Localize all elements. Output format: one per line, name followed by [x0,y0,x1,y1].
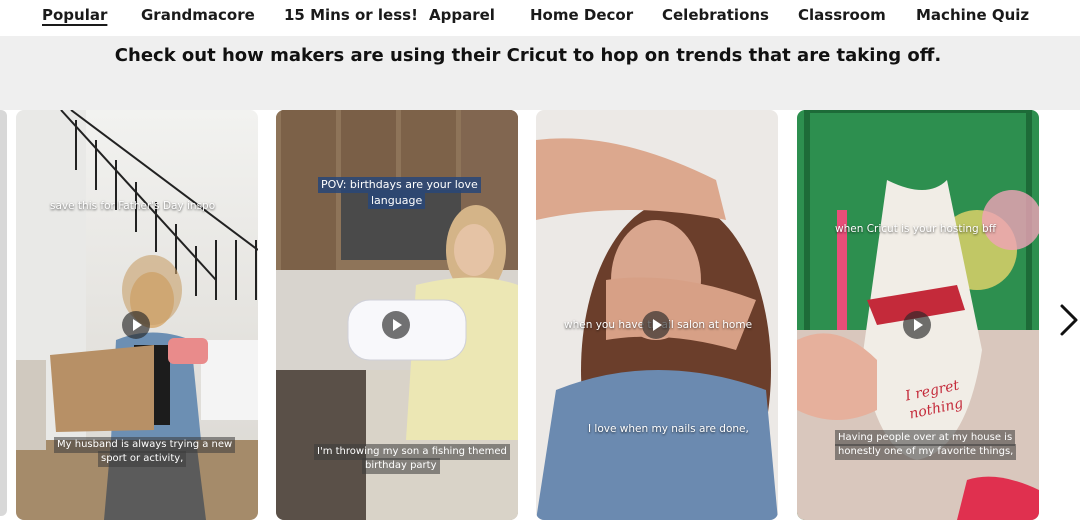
play-icon[interactable] [903,311,931,339]
tab-popular[interactable]: Popular [42,6,107,24]
play-icon[interactable] [382,311,410,339]
video-caption-line2: sport or activity, [98,451,187,467]
video-caption-line2: birthday party [362,458,440,474]
tab-grandmacore[interactable]: Grandmacore [141,6,255,24]
chevron-right-icon[interactable] [1052,302,1080,338]
tab-15-mins[interactable]: 15 Mins or less! [284,6,418,24]
category-nav: Popular Grandmacore 15 Mins or less! App… [0,0,1080,36]
video-caption-line2: honestly one of my favorite things, [835,444,1017,460]
play-icon[interactable] [642,311,670,339]
video-card-2[interactable]: POV: birthdays are your love language I'… [276,110,518,520]
tab-machine-quiz[interactable]: Machine Quiz [916,6,1029,24]
section-headline: Check out how makers are using their Cri… [114,45,942,66]
video-top-caption: when Cricut is your hosting bff [835,223,996,235]
video-card-1[interactable]: save this for Father's Day inspo My husb… [16,110,258,520]
video-caption: I love when my nails are done, [588,423,749,435]
tab-classroom[interactable]: Classroom [798,6,886,24]
tab-celebrations[interactable]: Celebrations [662,6,769,24]
video-card-3[interactable]: when you have th ail salon at home I lov… [536,110,778,520]
tab-home-decor[interactable]: Home Decor [530,6,633,24]
tab-apparel[interactable]: Apparel [429,6,495,24]
play-icon[interactable] [122,311,150,339]
video-top-caption-line1: POV: birthdays are your love [318,177,481,193]
partial-video-card[interactable] [0,110,7,516]
video-card-4[interactable]: when Cricut is your hosting bff I regret… [797,110,1039,520]
video-top-caption-line2: language [368,193,426,209]
video-top-caption: save this for Father's Day inspo [50,200,216,212]
